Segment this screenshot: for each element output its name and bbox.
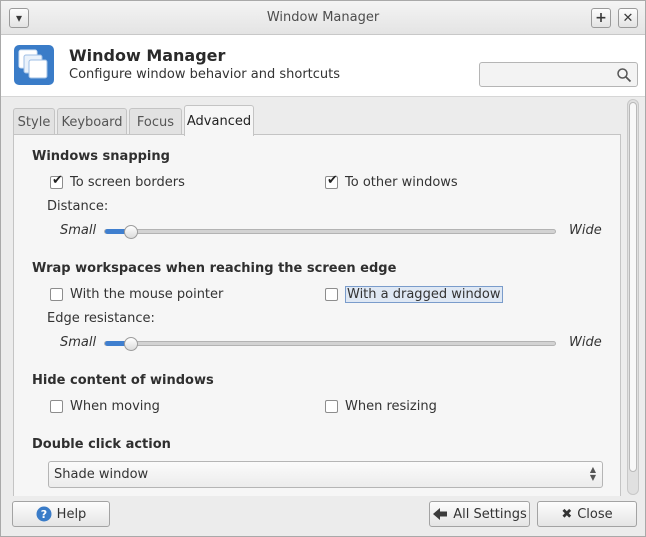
search-icon[interactable]	[616, 67, 632, 83]
svg-text:?: ?	[40, 508, 46, 521]
dialog-header: Window Manager Configure window behavior…	[1, 35, 645, 97]
checkbox-row-when-resizing[interactable]: When resizing	[325, 397, 437, 415]
section-title-snapping: Windows snapping	[32, 149, 170, 164]
plus-icon: +	[595, 10, 607, 26]
distance-slider-handle[interactable]	[124, 225, 139, 239]
edge-resistance-slider-handle[interactable]	[124, 337, 139, 351]
all-settings-button-label: All Settings	[453, 506, 527, 522]
tab-keyboard[interactable]: Keyboard	[57, 108, 127, 135]
close-icon: ✕	[622, 10, 634, 26]
page-subtitle: Configure window behavior and shortcuts	[69, 67, 341, 82]
x-icon: ✖	[561, 506, 573, 522]
slider-max-label: Wide	[569, 223, 602, 238]
close-button-label: Close	[577, 506, 613, 522]
checkbox-label: To other windows	[345, 174, 458, 190]
section-title-double-click: Double click action	[32, 437, 171, 452]
checkbox-mouse-pointer[interactable]	[50, 287, 63, 301]
help-button-label: Help	[56, 506, 87, 522]
tab-advanced[interactable]: Advanced	[184, 105, 254, 136]
checkbox-label: When resizing	[345, 398, 437, 414]
distance-label: Distance:	[47, 199, 109, 214]
checkbox-row-when-moving[interactable]: When moving	[50, 397, 160, 415]
tab-style[interactable]: Style	[13, 108, 55, 135]
checkbox-row-other-windows[interactable]: ✔ To other windows	[325, 173, 458, 191]
section-title-hide: Hide content of windows	[32, 373, 214, 388]
section-title-wrap: Wrap workspaces when reaching the screen…	[32, 261, 397, 276]
help-icon: ?	[36, 506, 52, 522]
checkbox-when-resizing[interactable]	[325, 399, 338, 413]
window-manager-icon	[14, 45, 54, 85]
checkbox-when-moving[interactable]	[50, 399, 63, 413]
page-title: Window Manager	[69, 46, 226, 65]
checkbox-row-screen-borders[interactable]: ✔ To screen borders	[50, 173, 185, 191]
select-value: Shade window	[54, 467, 149, 482]
scrollbar-thumb[interactable]	[629, 102, 637, 472]
slider-min-label: Small	[60, 335, 97, 350]
updown-arrows-icon: ▲ ▼	[589, 465, 596, 482]
checkbox-label: With a dragged window	[345, 285, 503, 303]
checkbox-label: When moving	[70, 398, 160, 414]
all-settings-button[interactable]: All Settings	[429, 501, 530, 527]
checkbox-other-windows[interactable]: ✔	[325, 172, 338, 189]
title-bar[interactable]: ▾ Window Manager + ✕	[1, 1, 645, 35]
checkbox-row-dragged-window[interactable]: With a dragged window	[325, 285, 503, 303]
edge-resistance-slider[interactable]	[104, 341, 556, 346]
distance-slider[interactable]	[104, 229, 556, 234]
slider-max-label: Wide	[569, 335, 602, 350]
checkbox-label: To screen borders	[70, 174, 185, 190]
search-input[interactable]	[484, 66, 614, 84]
vertical-scrollbar[interactable]	[627, 99, 639, 495]
checkmark-icon: ✔	[52, 172, 63, 188]
tab-focus[interactable]: Focus	[129, 108, 182, 135]
checkbox-dragged-window[interactable]	[325, 287, 338, 301]
checkmark-icon: ✔	[327, 172, 338, 188]
checkbox-label: With the mouse pointer	[70, 286, 224, 302]
search-box[interactable]	[479, 62, 638, 87]
arrow-left-icon	[432, 507, 448, 521]
edge-resistance-label: Edge resistance:	[47, 311, 155, 326]
window-manager-window: ▾ Window Manager + ✕ Window Manager Conf…	[0, 0, 646, 537]
slider-min-label: Small	[60, 223, 97, 238]
help-button[interactable]: ? Help	[12, 501, 110, 527]
close-window-button[interactable]: ✕	[618, 8, 638, 28]
double-click-action-select[interactable]: Shade window ▲ ▼	[48, 461, 603, 488]
checkbox-screen-borders[interactable]: ✔	[50, 172, 63, 189]
close-button[interactable]: ✖ Close	[537, 501, 637, 527]
checkbox-row-mouse-pointer[interactable]: With the mouse pointer	[50, 285, 223, 303]
window-title: Window Manager	[266, 10, 380, 25]
maximize-button[interactable]: +	[591, 8, 611, 28]
